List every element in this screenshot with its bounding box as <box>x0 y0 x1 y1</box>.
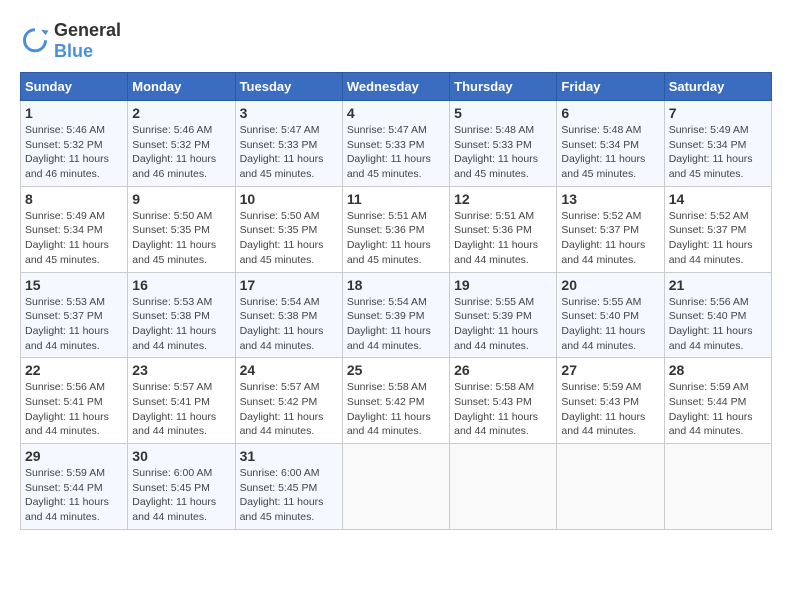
calendar-cell: 8Sunrise: 5:49 AM Sunset: 5:34 PM Daylig… <box>21 186 128 272</box>
calendar-cell: 1Sunrise: 5:46 AM Sunset: 5:32 PM Daylig… <box>21 101 128 187</box>
calendar-cell: 12Sunrise: 5:51 AM Sunset: 5:36 PM Dayli… <box>450 186 557 272</box>
col-header-tuesday: Tuesday <box>235 73 342 101</box>
calendar-cell: 6Sunrise: 5:48 AM Sunset: 5:34 PM Daylig… <box>557 101 664 187</box>
calendar-cell: 7Sunrise: 5:49 AM Sunset: 5:34 PM Daylig… <box>664 101 771 187</box>
calendar-table: SundayMondayTuesdayWednesdayThursdayFrid… <box>20 72 772 530</box>
col-header-sunday: Sunday <box>21 73 128 101</box>
calendar-week-2: 15Sunrise: 5:53 AM Sunset: 5:37 PM Dayli… <box>21 272 772 358</box>
col-header-saturday: Saturday <box>664 73 771 101</box>
calendar-cell: 24Sunrise: 5:57 AM Sunset: 5:42 PM Dayli… <box>235 358 342 444</box>
calendar-cell: 2Sunrise: 5:46 AM Sunset: 5:32 PM Daylig… <box>128 101 235 187</box>
calendar-cell: 17Sunrise: 5:54 AM Sunset: 5:38 PM Dayli… <box>235 272 342 358</box>
calendar-cell: 26Sunrise: 5:58 AM Sunset: 5:43 PM Dayli… <box>450 358 557 444</box>
calendar-week-1: 8Sunrise: 5:49 AM Sunset: 5:34 PM Daylig… <box>21 186 772 272</box>
calendar-cell: 21Sunrise: 5:56 AM Sunset: 5:40 PM Dayli… <box>664 272 771 358</box>
col-header-friday: Friday <box>557 73 664 101</box>
logo: General Blue <box>20 20 121 62</box>
calendar-cell: 28Sunrise: 5:59 AM Sunset: 5:44 PM Dayli… <box>664 358 771 444</box>
calendar-cell: 15Sunrise: 5:53 AM Sunset: 5:37 PM Dayli… <box>21 272 128 358</box>
col-header-wednesday: Wednesday <box>342 73 449 101</box>
calendar-cell: 3Sunrise: 5:47 AM Sunset: 5:33 PM Daylig… <box>235 101 342 187</box>
calendar-cell: 20Sunrise: 5:55 AM Sunset: 5:40 PM Dayli… <box>557 272 664 358</box>
calendar-cell: 25Sunrise: 5:58 AM Sunset: 5:42 PM Dayli… <box>342 358 449 444</box>
calendar-cell: 29Sunrise: 5:59 AM Sunset: 5:44 PM Dayli… <box>21 444 128 530</box>
calendar-cell: 30Sunrise: 6:00 AM Sunset: 5:45 PM Dayli… <box>128 444 235 530</box>
logo-icon <box>20 26 50 56</box>
calendar-cell: 23Sunrise: 5:57 AM Sunset: 5:41 PM Dayli… <box>128 358 235 444</box>
calendar-cell: 11Sunrise: 5:51 AM Sunset: 5:36 PM Dayli… <box>342 186 449 272</box>
calendar-week-0: 1Sunrise: 5:46 AM Sunset: 5:32 PM Daylig… <box>21 101 772 187</box>
calendar-cell: 5Sunrise: 5:48 AM Sunset: 5:33 PM Daylig… <box>450 101 557 187</box>
calendar-cell: 22Sunrise: 5:56 AM Sunset: 5:41 PM Dayli… <box>21 358 128 444</box>
calendar-cell: 9Sunrise: 5:50 AM Sunset: 5:35 PM Daylig… <box>128 186 235 272</box>
calendar-cell: 19Sunrise: 5:55 AM Sunset: 5:39 PM Dayli… <box>450 272 557 358</box>
calendar-cell: 31Sunrise: 6:00 AM Sunset: 5:45 PM Dayli… <box>235 444 342 530</box>
col-header-monday: Monday <box>128 73 235 101</box>
calendar-week-3: 22Sunrise: 5:56 AM Sunset: 5:41 PM Dayli… <box>21 358 772 444</box>
calendar-cell <box>557 444 664 530</box>
calendar-cell: 14Sunrise: 5:52 AM Sunset: 5:37 PM Dayli… <box>664 186 771 272</box>
calendar-cell <box>664 444 771 530</box>
page-header: General Blue <box>20 20 772 62</box>
calendar-cell: 16Sunrise: 5:53 AM Sunset: 5:38 PM Dayli… <box>128 272 235 358</box>
calendar-cell <box>342 444 449 530</box>
calendar-cell: 27Sunrise: 5:59 AM Sunset: 5:43 PM Dayli… <box>557 358 664 444</box>
calendar-cell <box>450 444 557 530</box>
calendar-cell: 13Sunrise: 5:52 AM Sunset: 5:37 PM Dayli… <box>557 186 664 272</box>
calendar-cell: 18Sunrise: 5:54 AM Sunset: 5:39 PM Dayli… <box>342 272 449 358</box>
calendar-week-4: 29Sunrise: 5:59 AM Sunset: 5:44 PM Dayli… <box>21 444 772 530</box>
logo-text: General Blue <box>54 20 121 62</box>
col-header-thursday: Thursday <box>450 73 557 101</box>
calendar-cell: 10Sunrise: 5:50 AM Sunset: 5:35 PM Dayli… <box>235 186 342 272</box>
calendar-cell: 4Sunrise: 5:47 AM Sunset: 5:33 PM Daylig… <box>342 101 449 187</box>
